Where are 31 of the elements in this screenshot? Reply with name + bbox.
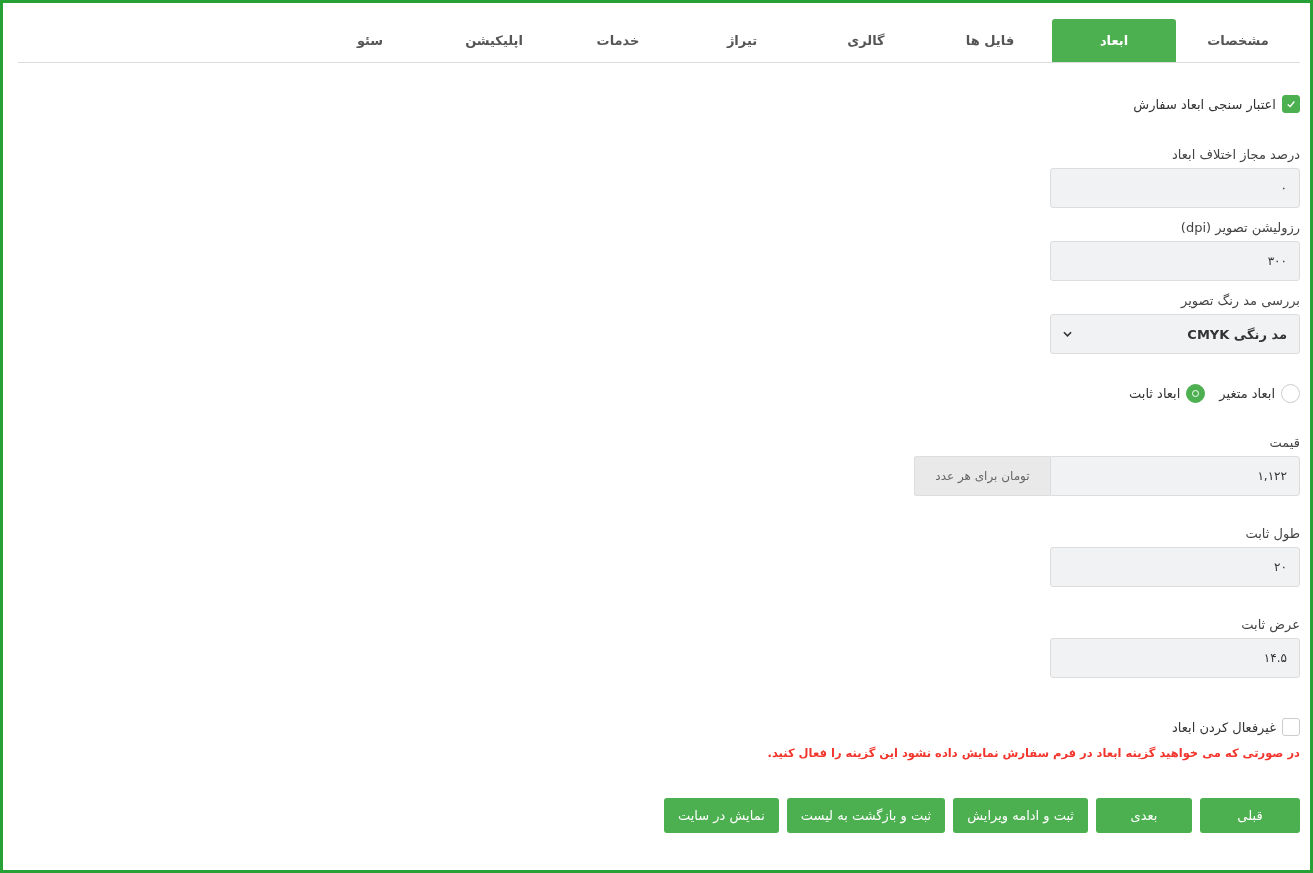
radio-label: ابعاد متغیر <box>1219 386 1275 401</box>
check-icon <box>1286 99 1296 109</box>
tab[interactable]: سئو <box>308 19 432 62</box>
checkbox-label: اعتبار سنجی ابعاد سفارش <box>1133 96 1276 112</box>
unit-addon: تومان برای هر عدد <box>914 456 1050 496</box>
field-label: رزولیشن تصویر (dpi) <box>1180 220 1300 235</box>
hint-text: در صورتی که می خواهید گزینه ابعاد در فرم سفارش نمایش داده نشود این گزینه را فعال کنید. <box>767 746 1300 760</box>
field-label: درصد مجاز اختلاف ابعاد <box>1172 147 1300 162</box>
field-label: طول ثابت <box>1245 526 1300 541</box>
tab[interactable]: فایل ها <box>928 19 1052 62</box>
tab[interactable]: تیراژ <box>680 19 804 62</box>
field-label: عرض ثابت <box>1241 617 1300 632</box>
input-field[interactable]: ۳۰۰ <box>1050 241 1300 281</box>
tab[interactable]: خدمات <box>556 19 680 62</box>
tab[interactable]: گالری <box>804 19 928 62</box>
checkbox[interactable] <box>1282 718 1300 736</box>
checkbox-label: غیرفعال کردن ابعاد <box>1172 719 1276 735</box>
radio-button[interactable] <box>1186 384 1206 403</box>
field-label: قیمت <box>1269 435 1300 450</box>
dropdown[interactable]: مد رنگی CMYK <box>1050 314 1300 354</box>
checkbox[interactable] <box>1282 95 1300 113</box>
tab[interactable]: مشخصات <box>1176 19 1300 62</box>
field-label: بررسی مد رنگ تصویر <box>1181 293 1300 308</box>
input-field[interactable]: ۲۰ <box>1050 547 1300 587</box>
chevron-down-icon <box>1063 331 1072 337</box>
input-field[interactable]: ۱۴.۵ <box>1050 638 1300 678</box>
input-field[interactable]: ۱,۱۲۲ <box>1050 456 1300 496</box>
radio-label: ابعاد ثابت <box>1129 386 1181 401</box>
radio-button[interactable] <box>1281 384 1300 403</box>
tab[interactable]: اپلیکیشن <box>432 19 556 62</box>
input-field[interactable]: ۰ <box>1050 168 1300 208</box>
